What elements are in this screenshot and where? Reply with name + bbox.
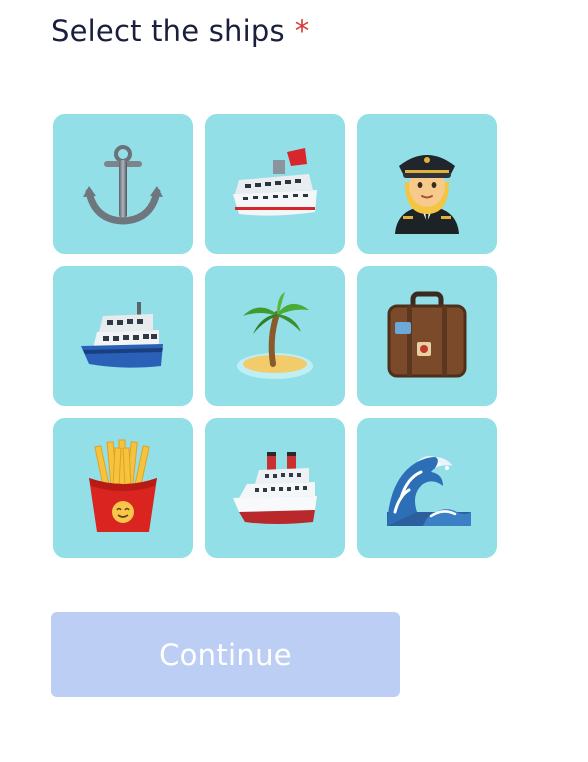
page-title: Select the ships *: [51, 14, 309, 48]
french-fries-icon: [89, 439, 157, 532]
tile-ferry[interactable]: [53, 266, 193, 406]
ferry-icon: [81, 302, 163, 368]
desert-island-icon: [237, 292, 313, 379]
tile-suitcase[interactable]: [357, 266, 497, 406]
tile-water-wave[interactable]: [357, 418, 497, 558]
required-marker: *: [294, 14, 310, 48]
tile-desert-island[interactable]: [205, 266, 345, 406]
suitcase-icon: [387, 291, 467, 378]
ship-selection-grid: [53, 114, 497, 558]
anchor-icon: [83, 145, 163, 225]
tile-cruise-ship[interactable]: [205, 114, 345, 254]
tile-anchor[interactable]: [53, 114, 193, 254]
ocean-liner-icon: [233, 452, 317, 524]
tile-french-fries[interactable]: [53, 418, 193, 558]
cruise-ship-icon: [233, 148, 317, 216]
tile-ocean-liner[interactable]: [205, 418, 345, 558]
tile-pilot[interactable]: [357, 114, 497, 254]
continue-button[interactable]: Continue: [51, 612, 400, 697]
pilot-icon: [395, 155, 459, 234]
water-wave-icon: [387, 456, 471, 526]
title-text: Select the ships: [51, 14, 285, 48]
